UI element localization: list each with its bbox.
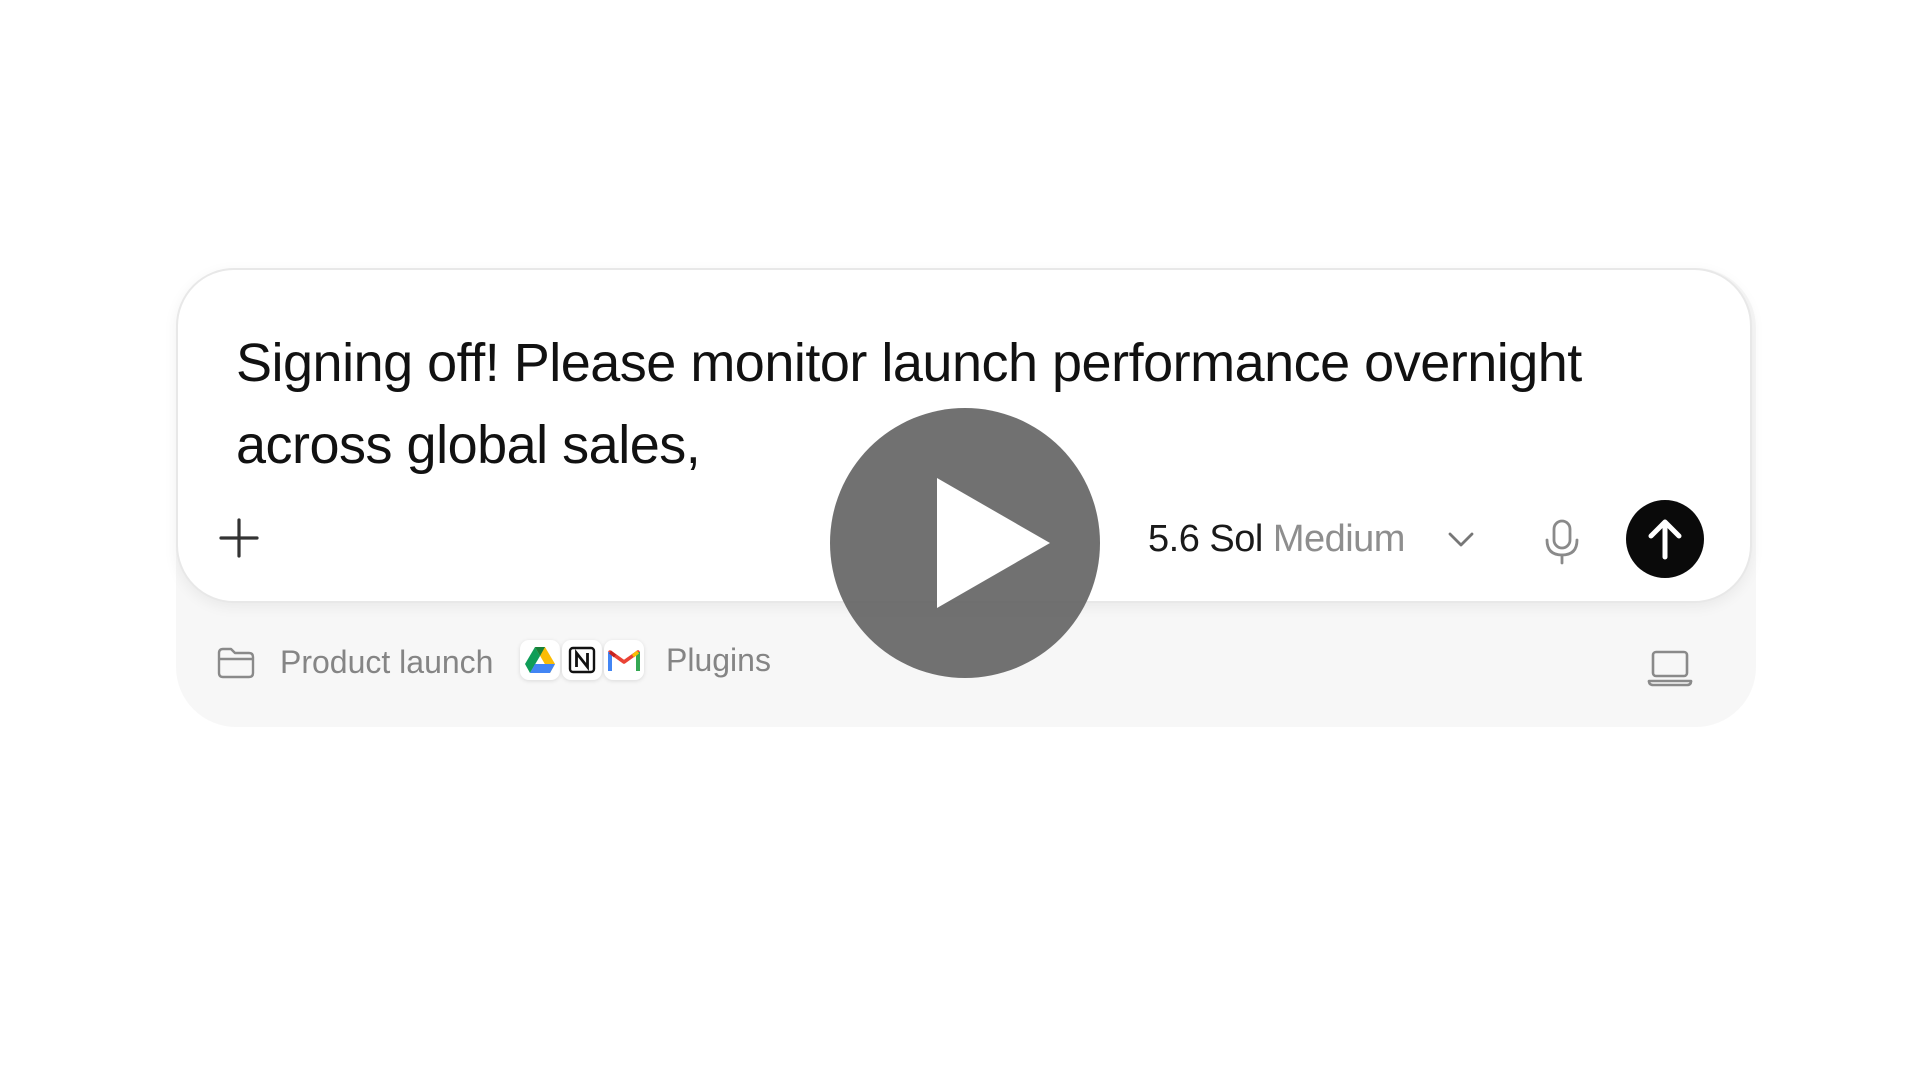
stage: Signing off! Please monitor launch perfo… bbox=[0, 0, 1920, 1080]
model-selector[interactable]: 5.6 Sol Medium bbox=[1148, 514, 1477, 564]
microphone-icon bbox=[1545, 519, 1579, 565]
project-label: Product launch bbox=[280, 644, 494, 680]
laptop-icon bbox=[1647, 650, 1693, 687]
folder-icon bbox=[217, 647, 255, 678]
notion-icon bbox=[562, 640, 602, 680]
gmail-icon bbox=[604, 640, 644, 680]
voice-input-button[interactable] bbox=[1540, 518, 1584, 566]
device-button[interactable] bbox=[1646, 648, 1694, 688]
video-play-button[interactable] bbox=[830, 408, 1100, 678]
plugins-label: Plugins bbox=[666, 641, 771, 678]
plugins-chip[interactable]: Plugins bbox=[520, 640, 771, 680]
google-drive-icon bbox=[520, 640, 560, 680]
plus-icon bbox=[219, 518, 259, 558]
model-tier: Medium bbox=[1272, 517, 1406, 560]
plugin-icons bbox=[520, 640, 646, 680]
arrow-up-icon bbox=[1648, 519, 1682, 560]
chevron-down-icon bbox=[1448, 532, 1474, 547]
send-button[interactable] bbox=[1626, 500, 1704, 578]
project-chip[interactable]: Product launch bbox=[216, 644, 493, 681]
play-icon bbox=[937, 478, 1050, 608]
add-attachment-button[interactable] bbox=[216, 515, 262, 561]
model-name: 5.6 Sol bbox=[1148, 517, 1263, 560]
